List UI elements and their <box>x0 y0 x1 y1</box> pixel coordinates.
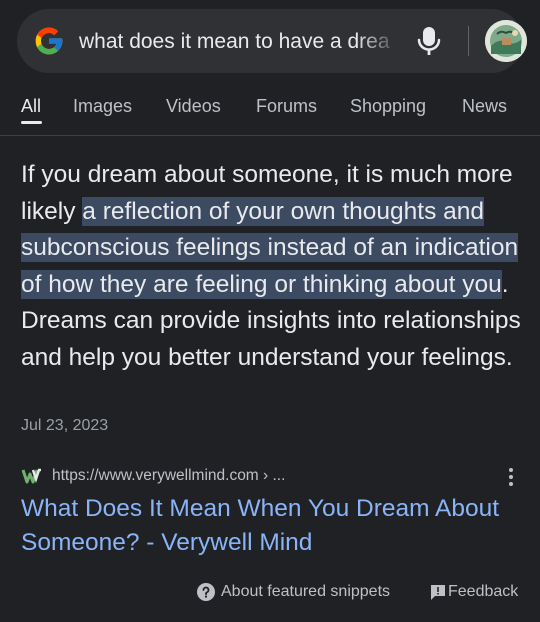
avatar-image <box>485 20 527 62</box>
microphone-icon[interactable] <box>414 25 444 57</box>
google-g-icon <box>35 27 63 55</box>
search-tabs: All Images Videos Forums Shopping News <box>0 94 540 134</box>
tab-shopping[interactable]: Shopping <box>350 94 426 118</box>
featured-snippet-text: If you dream about someone, it is much m… <box>21 157 525 376</box>
snippet-highlight: a reflection of your own thoughts and su… <box>21 196 519 299</box>
feedback-label: Feedback <box>448 583 519 600</box>
tab-forums[interactable]: Forums <box>256 94 317 118</box>
feedback-button[interactable]: Feedback <box>430 580 518 604</box>
verywell-w-icon <box>21 465 43 487</box>
tab-all[interactable]: All <box>21 94 41 118</box>
snippet-date: Jul 23, 2023 <box>21 417 109 434</box>
active-tab-indicator <box>21 121 42 124</box>
about-featured-snippets[interactable]: About featured snippets <box>197 580 390 604</box>
feedback-icon <box>431 584 445 600</box>
tab-news[interactable]: News <box>462 94 507 118</box>
avatar[interactable] <box>485 20 527 62</box>
about-featured-snippets-label: About featured snippets <box>221 583 391 600</box>
help-icon <box>197 583 215 601</box>
result-title-link[interactable]: What Does It Mean When You Dream About S… <box>21 492 521 560</box>
search-input[interactable]: what does it mean to have a drea <box>79 29 401 55</box>
search-divider <box>468 26 469 56</box>
source-url[interactable]: https://www.verywellmind.com › ... <box>52 465 285 487</box>
more-options-icon[interactable] <box>505 466 517 488</box>
source-row[interactable]: https://www.verywellmind.com › ... <box>21 464 285 488</box>
tabs-divider <box>0 135 540 136</box>
search-bar[interactable]: what does it mean to have a drea <box>17 9 527 73</box>
tab-videos[interactable]: Videos <box>166 94 221 118</box>
tab-images[interactable]: Images <box>73 94 132 118</box>
